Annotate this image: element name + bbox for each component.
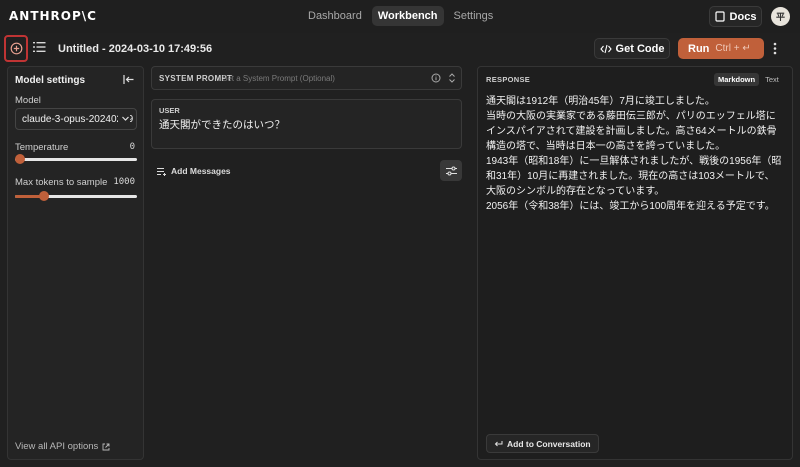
response-line: 当時の大阪の実業家である藤田伝三郎が、パリのエッフェル塔にインスパイアされて建設…	[486, 111, 777, 152]
get-code-button[interactable]: Get Code	[594, 38, 670, 59]
user-avatar[interactable]: 平	[771, 7, 790, 26]
nav-settings[interactable]: Settings	[448, 6, 500, 26]
new-prompt-button[interactable]	[4, 35, 28, 62]
code-icon	[599, 44, 612, 53]
temperature-label: Temperature	[15, 142, 69, 153]
external-link-icon	[102, 443, 110, 450]
main-nav: Dashboard Workbench Settings	[302, 6, 499, 26]
prompt-settings-button[interactable]	[440, 160, 462, 181]
top-nav-bar: ANTHROP\C Dashboard Workbench Settings D…	[0, 0, 800, 33]
nav-dashboard[interactable]: Dashboard	[302, 6, 368, 26]
model-label: Model	[15, 95, 41, 106]
anthropic-logo[interactable]: ANTHROP\C	[9, 9, 97, 23]
temperature-value: 0	[129, 142, 135, 152]
docs-label: Docs	[729, 10, 757, 23]
max-tokens-label: Max tokens to sample	[15, 177, 108, 188]
response-text: 通天閣は1912年（明治45年）7月に竣工しました。 当時の大阪の実業家である藤…	[486, 94, 782, 214]
book-icon	[714, 11, 725, 22]
add-list-icon	[157, 167, 166, 176]
response-line: 1943年（昭和18年）に一旦解体されましたが、戦後の1956年（昭和31年）1…	[486, 156, 782, 197]
docs-button[interactable]: Docs	[709, 6, 762, 27]
model-settings-title: Model settings	[15, 75, 86, 86]
max-tokens-slider[interactable]	[15, 191, 137, 201]
user-role-label: USER	[159, 106, 180, 115]
response-label: RESPONSE	[486, 75, 531, 84]
chevron-down-icon	[118, 114, 130, 126]
return-arrow-icon	[494, 440, 503, 446]
model-select[interactable]: claude-3-opus-20240229	[15, 108, 137, 130]
get-code-label: Get Code	[615, 42, 665, 55]
format-toggle: Markdown Text	[714, 73, 783, 86]
workbench-toolbar: Untitled - 2024-03-10 17:49:56 Get Code …	[0, 33, 800, 65]
view-api-options-link[interactable]: View all API options	[15, 441, 110, 452]
info-icon[interactable]	[431, 73, 441, 86]
prompt-title[interactable]: Untitled - 2024-03-10 17:49:56	[58, 43, 212, 55]
add-to-conversation-button[interactable]: Add to Conversation	[486, 434, 599, 453]
more-options-button[interactable]	[773, 42, 777, 58]
add-to-conversation-label: Add to Conversation	[507, 438, 591, 449]
user-message-box[interactable]: USER 通天閣ができたのはいつ？	[151, 99, 462, 149]
model-value: claude-3-opus-20240229	[22, 113, 134, 125]
collapse-panel-button[interactable]	[123, 74, 135, 88]
add-messages-button[interactable]: Add Messages	[157, 166, 231, 176]
response-line: 2056年（令和38年）には、竣工から100周年を迎える予定です。	[486, 201, 775, 212]
system-prompt-box[interactable]: SYSTEM PROMPT Set a System Prompt (Optio…	[151, 66, 462, 90]
response-panel: RESPONSE Markdown Text 通天閣は1912年（明治45年）7…	[477, 66, 793, 460]
prompt-list-button[interactable]	[33, 41, 46, 56]
temperature-slider[interactable]	[15, 154, 137, 164]
nav-workbench[interactable]: Workbench	[371, 6, 444, 26]
user-message-text[interactable]: 通天閣ができたのはいつ？	[159, 117, 285, 132]
format-markdown-option[interactable]: Markdown	[714, 73, 760, 86]
vertical-dots-icon	[773, 42, 777, 55]
run-shortcut: Ctrl + ↵	[715, 43, 751, 54]
response-line: 通天閣は1912年（明治45年）7月に竣工しました。	[486, 96, 715, 107]
system-prompt-placeholder: Set a System Prompt (Optional)	[222, 74, 335, 83]
run-label: Run	[688, 42, 710, 55]
api-link-label: View all API options	[15, 441, 99, 452]
list-icon	[33, 42, 46, 52]
add-messages-label: Add Messages	[171, 166, 231, 176]
run-button[interactable]: Run Ctrl + ↵	[678, 38, 764, 59]
collapse-left-icon	[123, 75, 134, 84]
max-tokens-value: 1000	[113, 177, 135, 187]
sliders-icon	[445, 166, 457, 175]
plus-circle-icon	[10, 42, 22, 55]
expand-toggle-icon[interactable]	[448, 72, 456, 87]
temperature-slider-thumb[interactable]	[15, 154, 25, 164]
max-tokens-slider-thumb[interactable]	[39, 191, 50, 201]
model-settings-panel: Model settings Model claude-3-opus-20240…	[7, 66, 144, 460]
format-text-option[interactable]: Text	[761, 73, 783, 86]
